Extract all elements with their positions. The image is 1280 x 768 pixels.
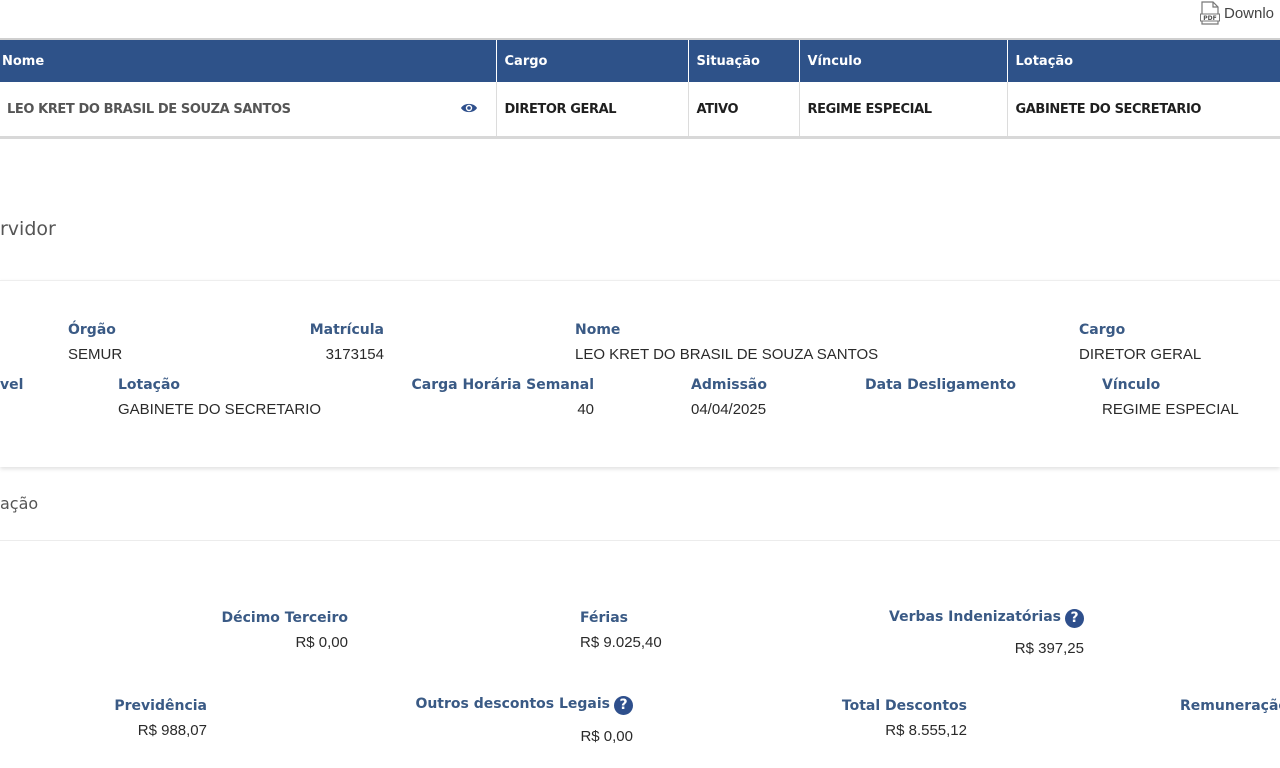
total-descontos-label: Total Descontos	[841, 698, 967, 714]
decimo-terceiro-label: Décimo Terceiro	[221, 610, 349, 626]
column-header-situacao[interactable]: Situação	[688, 38, 800, 82]
total-descontos-value: R$ 8.555,12	[885, 722, 967, 739]
column-header-nome[interactable]: Nome	[0, 38, 497, 82]
results-table: Nome Cargo Situação Vínculo Lotação LEO …	[0, 38, 1280, 139]
vinculo-value: REGIME ESPECIAL	[1102, 401, 1239, 418]
vinculo-label: Vínculo	[1102, 377, 1161, 393]
decimo-terceiro-value: R$ 0,00	[295, 634, 348, 651]
verbas-indenizatorias-value: R$ 397,25	[1014, 640, 1084, 657]
cell-nome-text: LEO KRET DO BRASIL DE SOUZA SANTOS	[7, 101, 291, 117]
outros-descontos-value: R$ 0,00	[580, 728, 633, 745]
matricula-label: Matrícula	[309, 322, 384, 338]
download-label: Downlo	[1224, 4, 1275, 22]
cargo-value: DIRETOR GERAL	[1079, 346, 1202, 363]
nivel-label: vel	[0, 377, 24, 393]
cell-nome: LEO KRET DO BRASIL DE SOUZA SANTOS	[0, 82, 497, 139]
table-row[interactable]: LEO KRET DO BRASIL DE SOUZA SANTOS DIRET…	[0, 82, 1280, 139]
servidor-info-card: Órgão SEMUR Matrícula 3173154 Nome LEO K…	[0, 280, 1280, 467]
verbas-indenizatorias-text: Verbas Indenizatórias	[889, 609, 1061, 625]
cell-cargo: DIRETOR GERAL	[496, 82, 689, 139]
servidor-section-title: rvidor	[0, 218, 56, 240]
column-header-lotacao[interactable]: Lotação	[1007, 38, 1280, 82]
carga-horaria-value: 40	[577, 401, 594, 418]
matricula-value: 3173154	[325, 346, 384, 363]
column-header-vinculo[interactable]: Vínculo	[799, 38, 1008, 82]
nome-value: LEO KRET DO BRASIL DE SOUZA SANTOS	[575, 346, 879, 363]
remuneracao-label: Remuneração	[1180, 698, 1280, 714]
admissao-value: 04/04/2025	[691, 401, 767, 418]
carga-horaria-label: Carga Horária Semanal	[411, 377, 594, 393]
previdencia-value: R$ 988,07	[137, 722, 207, 739]
nome-label: Nome	[575, 322, 621, 338]
outros-descontos-label: Outros descontos Legais?	[415, 696, 633, 715]
eye-icon[interactable]	[460, 101, 478, 115]
cell-situacao: ATIVO	[688, 82, 800, 139]
table-header-row: Nome Cargo Situação Vínculo Lotação	[0, 38, 1280, 82]
outros-descontos-text: Outros descontos Legais	[415, 696, 610, 712]
lotacao-value: GABINETE DO SECRETARIO	[118, 401, 322, 418]
orgao-value: SEMUR	[68, 346, 123, 363]
cargo-label: Cargo	[1079, 322, 1126, 338]
cell-vinculo: REGIME ESPECIAL	[799, 82, 1008, 139]
ferias-label: Férias	[580, 610, 628, 626]
download-pdf-link[interactable]: PDF Downlo	[1200, 0, 1274, 26]
admissao-label: Admissão	[691, 377, 767, 393]
remuneracao-section-title: ação	[0, 494, 39, 513]
verbas-help-icon[interactable]: ?	[1065, 609, 1084, 628]
pdf-file-icon: PDF	[1200, 1, 1220, 25]
ferias-value: R$ 9.025,40	[580, 634, 662, 651]
cell-lotacao: GABINETE DO SECRETARIO	[1007, 82, 1280, 139]
lotacao-label: Lotação	[118, 377, 181, 393]
section-divider	[0, 540, 1280, 541]
column-header-cargo[interactable]: Cargo	[496, 38, 689, 82]
previdencia-label: Previdência	[114, 698, 207, 714]
orgao-label: Órgão	[68, 322, 116, 338]
outros-descontos-help-icon[interactable]: ?	[614, 696, 633, 715]
data-desligamento-label: Data Desligamento	[865, 377, 1016, 393]
verbas-indenizatorias-label: Verbas Indenizatórias?	[889, 609, 1084, 628]
svg-text:PDF: PDF	[1203, 15, 1216, 22]
